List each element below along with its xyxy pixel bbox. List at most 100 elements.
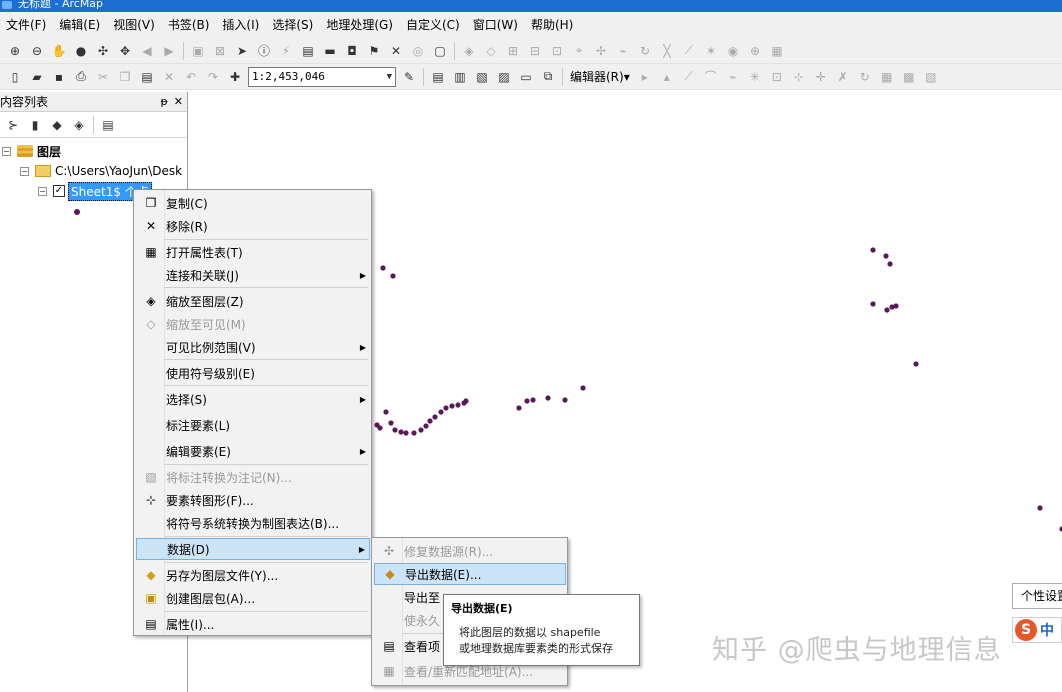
map-point[interactable]	[427, 418, 433, 424]
clear-selection-icon[interactable]: ⊠	[211, 42, 229, 60]
ime-personalize-tip[interactable]: 个性设置	[1012, 583, 1062, 609]
toc-options-icon[interactable]: ▤	[99, 116, 117, 134]
map-point[interactable]	[893, 303, 899, 309]
menu-item-use-symbol-levels[interactable]: 使用符号级别(E)	[136, 362, 370, 384]
menu-item-edit-features[interactable]: 编辑要素(E) ▶	[136, 440, 370, 462]
map-point[interactable]	[398, 429, 404, 435]
undo-icon[interactable]: ↶	[182, 68, 200, 86]
cogo-icon[interactable]: ⌖	[570, 42, 588, 60]
editor-toolbar-icon[interactable]: ✎	[400, 68, 418, 86]
attributes-icon[interactable]: ▦	[878, 68, 896, 86]
map-point[interactable]	[403, 430, 409, 436]
snapping-icon[interactable]: ✢	[592, 42, 610, 60]
menu-item-export-data[interactable]: ◆ 导出数据(E)...	[374, 563, 566, 585]
menu-item-open-attribute-table[interactable]: ▦ 打开属性表(T)	[136, 241, 370, 263]
time-slider-icon[interactable]: ◎	[409, 42, 427, 60]
menu-view[interactable]: 视图(V)	[107, 14, 162, 36]
map-point[interactable]	[870, 301, 876, 307]
html-popup-icon[interactable]: ▤	[299, 42, 317, 60]
map-point[interactable]	[423, 423, 429, 429]
menu-windows[interactable]: 窗口(W)	[467, 14, 525, 36]
reshape-feature-icon[interactable]: ⊹	[790, 68, 808, 86]
rotate-icon[interactable]: ↻	[636, 42, 654, 60]
viewer-window-icon[interactable]: ▢	[431, 42, 449, 60]
topology-icon[interactable]: ⊞	[504, 42, 522, 60]
menu-item-convert-features-to-graphics[interactable]: ⊹ 要素转图形(F)...	[136, 489, 370, 511]
find-icon[interactable]: ◘	[343, 42, 361, 60]
list-by-source-icon[interactable]: ▮	[26, 116, 44, 134]
menu-item-zoom-to-layer[interactable]: ◈ 缩放至图层(Z)	[136, 290, 370, 312]
menu-item-copy[interactable]: ❐ 复制(C)	[136, 192, 370, 214]
map-point[interactable]	[443, 405, 449, 411]
split-tool-icon[interactable]: ✗	[834, 68, 852, 86]
edit-tool-icon[interactable]: ▸	[636, 68, 654, 86]
map-point[interactable]	[388, 420, 394, 426]
map-scale-combobox[interactable]: 1:2,453,046 ▼	[248, 66, 396, 87]
redo-icon[interactable]: ↷	[204, 68, 222, 86]
edit-vertices-icon[interactable]: ⊡	[768, 68, 786, 86]
collapse-icon[interactable]: −	[20, 166, 29, 176]
trace-icon[interactable]: ⌁	[614, 42, 632, 60]
map-point[interactable]	[545, 395, 551, 401]
list-by-selection-icon[interactable]: ◈	[70, 116, 88, 134]
map-point[interactable]	[449, 403, 455, 409]
map-point[interactable]	[411, 430, 417, 436]
identify-icon[interactable]: ⓘ	[255, 42, 273, 60]
map-point[interactable]	[580, 385, 586, 391]
menu-item-visible-scale-range[interactable]: 可见比例范围(V) ▶	[136, 336, 370, 358]
forward-extent-icon[interactable]: ▶	[160, 42, 178, 60]
fixed-zoom-in-icon[interactable]: ✣	[94, 42, 112, 60]
rotate-tool-icon[interactable]: ↻	[856, 68, 874, 86]
cut-icon[interactable]: ✂	[94, 68, 112, 86]
back-extent-icon[interactable]: ◀	[138, 42, 156, 60]
menu-insert[interactable]: 插入(I)	[216, 14, 266, 36]
split-icon[interactable]: ╳	[658, 42, 676, 60]
map-point[interactable]	[383, 409, 389, 415]
select-features-icon[interactable]: ▣	[189, 42, 207, 60]
go-to-xy-icon[interactable]: ✕	[387, 42, 405, 60]
end-point-arc-icon[interactable]: ⌒	[702, 68, 720, 86]
map-point[interactable]	[392, 427, 398, 433]
create-features-icon[interactable]: ▧	[922, 68, 940, 86]
sketch-icon[interactable]: ✶	[702, 42, 720, 60]
map-point[interactable]	[1037, 505, 1043, 511]
menu-help[interactable]: 帮助(H)	[525, 14, 580, 36]
collapse-icon[interactable]: −	[38, 186, 47, 196]
map-point[interactable]	[887, 261, 893, 267]
map-point[interactable]	[884, 307, 890, 313]
point-tool-icon[interactable]: ✳	[746, 68, 764, 86]
menu-item-joins-relates[interactable]: 连接和关联(J) ▶	[136, 264, 370, 286]
select-elements-icon[interactable]: ➤	[233, 42, 251, 60]
map-point[interactable]	[418, 427, 424, 433]
copy-icon[interactable]: ❐	[116, 68, 134, 86]
add-data-icon[interactable]: ✚	[226, 68, 244, 86]
map-point[interactable]	[380, 265, 386, 271]
menu-file[interactable]: 文件(F)	[0, 14, 53, 36]
search-window-icon[interactable]: ▧	[473, 68, 491, 86]
menu-item-remove[interactable]: ✕ 移除(R)	[136, 215, 370, 237]
map-point[interactable]	[455, 402, 461, 408]
find-route-icon[interactable]: ⚑	[365, 42, 383, 60]
ime-status-badge[interactable]: S 中	[1012, 617, 1062, 643]
map-point[interactable]	[390, 273, 396, 279]
open-icon[interactable]: ▰	[28, 68, 46, 86]
reshape-icon[interactable]: ⟋	[680, 42, 698, 60]
menu-item-save-as-layer-file[interactable]: ◆ 另存为图层文件(Y)...	[136, 564, 370, 586]
georef-icon[interactable]: ◈	[460, 42, 478, 60]
menu-item-convert-symbology[interactable]: 将符号系统转换为制图表达(B)...	[136, 512, 370, 534]
cut-polygons-icon[interactable]: ✛	[812, 68, 830, 86]
map-point[interactable]	[562, 397, 568, 403]
menu-edit[interactable]: 编辑(E)	[53, 14, 107, 36]
straight-segment-icon[interactable]: ⟋	[680, 68, 698, 86]
field-calc-icon[interactable]: ⊕	[746, 42, 764, 60]
paste-icon[interactable]: ▤	[138, 68, 156, 86]
tree-row-folder[interactable]: − C:\Users\YaoJun\Desk	[20, 162, 182, 180]
map-point[interactable]	[524, 398, 530, 404]
menu-item-selection[interactable]: 选择(S) ▶	[136, 388, 370, 410]
menu-item-create-layer-package[interactable]: ▣ 创建图层包(A)...	[136, 587, 370, 609]
list-by-drawing-order-icon[interactable]: ⊱	[4, 116, 22, 134]
map-point[interactable]	[913, 361, 919, 367]
pin-icon[interactable]: ᵽ	[160, 95, 167, 108]
layer-visibility-checkbox[interactable]: ✓	[53, 185, 65, 197]
globe-icon[interactable]: ◉	[724, 42, 742, 60]
